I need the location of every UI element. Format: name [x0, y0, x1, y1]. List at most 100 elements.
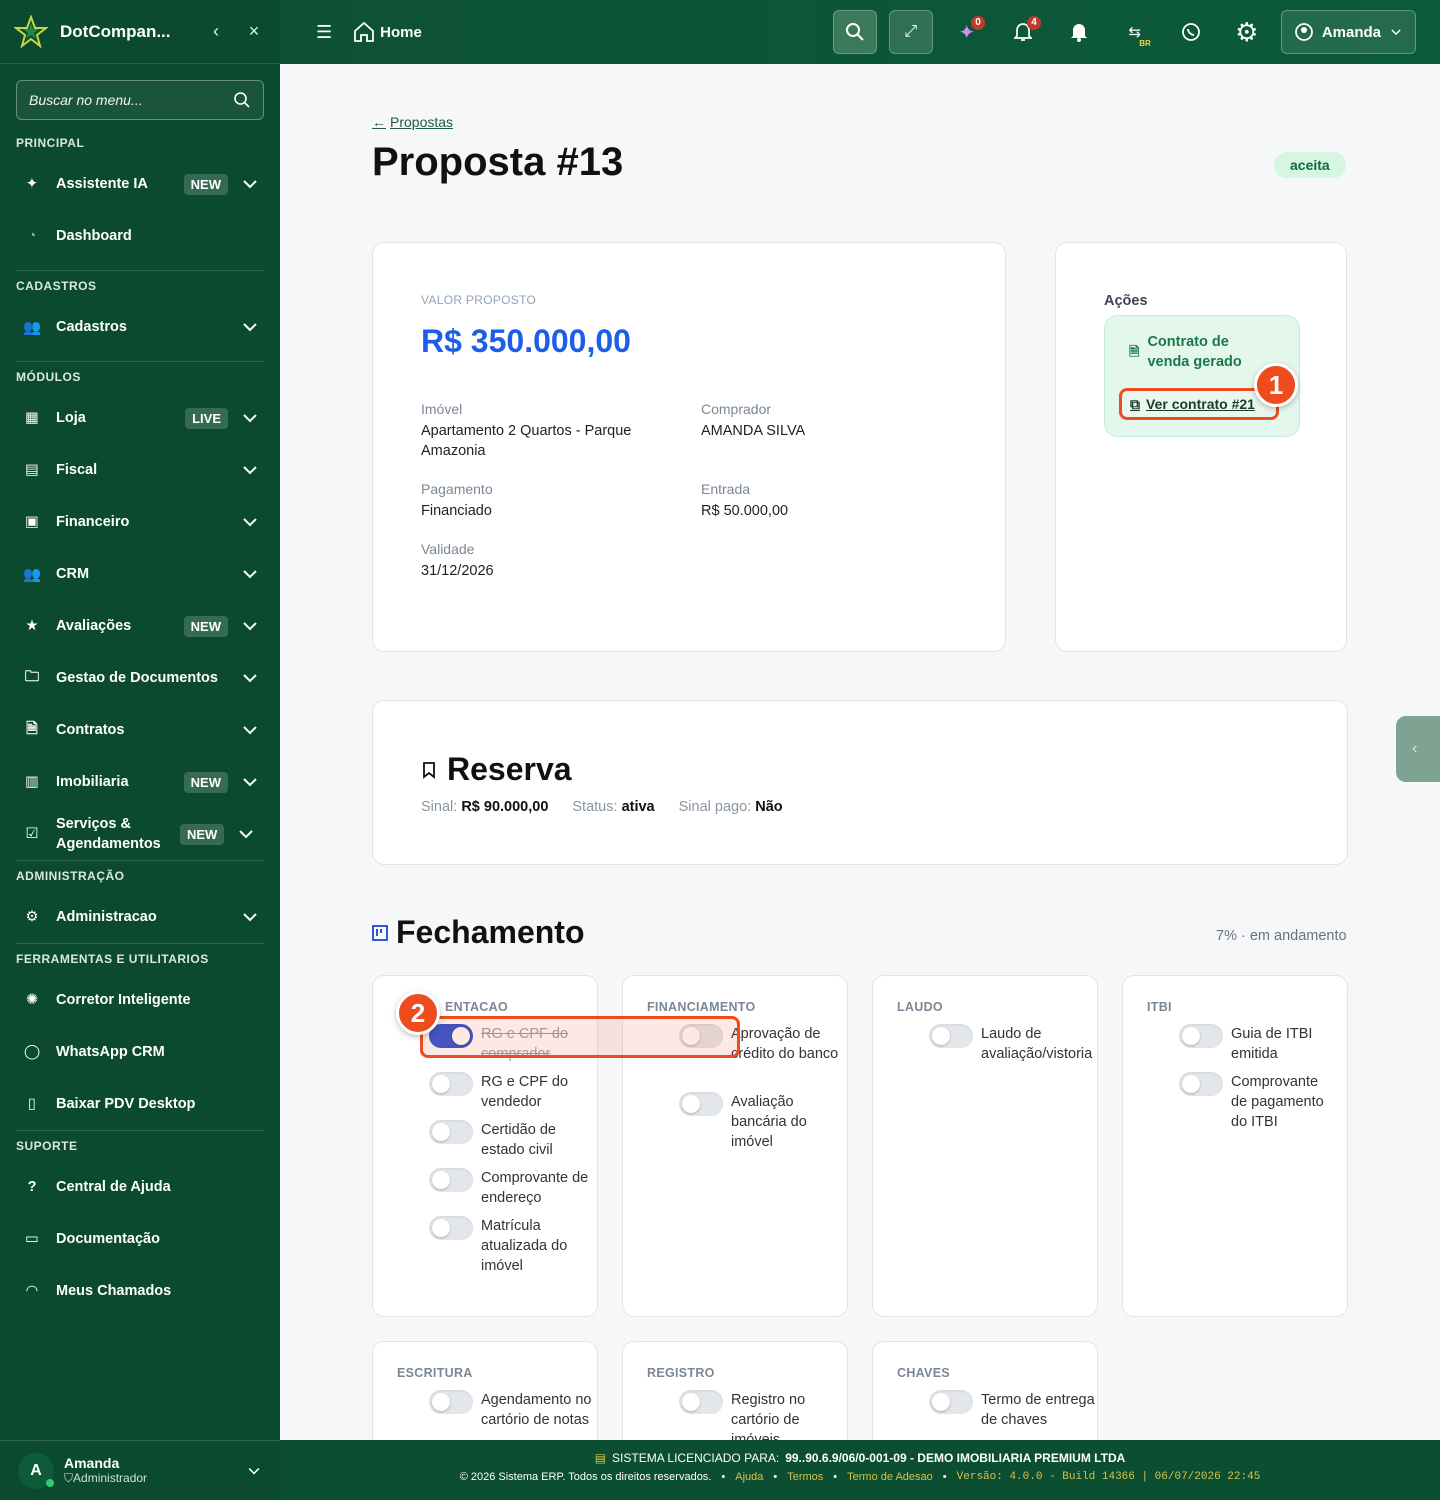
- contract-generated-label: 🗎 Contrato de venda gerado: [1129, 332, 1257, 372]
- field-value: Financiado: [421, 503, 492, 519]
- sidebar-item-documentacao[interactable]: ▭ Documentação: [0, 1213, 280, 1265]
- notifications-button[interactable]: 4: [1001, 10, 1045, 54]
- field-value: Não: [755, 799, 783, 815]
- page-title: Proposta #13: [372, 140, 624, 184]
- field-value: Apartamento 2 Quartos - Parque Amazonia: [421, 423, 632, 459]
- checklist-item[interactable]: RG e CPF do vendedor: [429, 1072, 601, 1112]
- toggle-switch[interactable]: [429, 1390, 473, 1414]
- toggle-switch[interactable]: [429, 1216, 473, 1240]
- fullscreen-button[interactable]: ⤢: [888, 10, 933, 54]
- fechamento-progress: 7% · em andamento: [1216, 928, 1347, 944]
- proposal-details-card: VALOR PROPOSTO R$ 350.000,00 Imóvel Apar…: [372, 242, 1006, 652]
- whatsapp-button[interactable]: [1169, 10, 1213, 54]
- checklist-item[interactable]: Matrícula atualizada do imóvel: [429, 1216, 601, 1276]
- side-panel-toggle[interactable]: ‹: [1396, 716, 1440, 782]
- sidebar-item-documentos[interactable]: 🗀 Gestao de Documentos: [0, 652, 280, 704]
- sidebar-item-avaliacoes[interactable]: ★ Avaliações NEW: [0, 600, 280, 652]
- ai-button[interactable]: ✦ 0: [945, 10, 989, 54]
- chevron-down-icon: [243, 323, 257, 332]
- shield-icon: ⛉: [64, 1471, 74, 1485]
- menu-search-input[interactable]: [29, 92, 233, 108]
- sidebar-item-whatsapp[interactable]: ◯ WhatsApp CRM: [0, 1026, 280, 1078]
- toggle-switch[interactable]: [429, 1072, 473, 1096]
- toggle-switch[interactable]: [1179, 1072, 1223, 1096]
- footer-link-adesao[interactable]: Termo de Adesao: [847, 1471, 933, 1483]
- reserva-details: Sinal: R$ 90.000,00 Status: ativa Sinal …: [421, 799, 783, 815]
- checklist-item[interactable]: Laudo de avaliação/vistoria: [929, 1024, 1101, 1064]
- checklist-item[interactable]: Termo de entrega de chaves: [929, 1390, 1101, 1430]
- toggle-switch[interactable]: [1179, 1024, 1223, 1048]
- sidebar-item-corretor[interactable]: ✺ Corretor Inteligente: [0, 974, 280, 1026]
- magic-wand-icon: ✺: [25, 992, 39, 1008]
- sidebar-item-crm[interactable]: 👥 CRM: [0, 548, 280, 600]
- hamburger-menu-icon[interactable]: ☰: [316, 22, 332, 43]
- sidebar-search[interactable]: [16, 80, 264, 120]
- global-search-button[interactable]: [832, 10, 877, 54]
- gear-icon: ⚙: [25, 909, 39, 925]
- toggle-switch[interactable]: [929, 1024, 973, 1048]
- footer-link-ajuda[interactable]: Ajuda: [735, 1471, 763, 1483]
- valor-amount: R$ 350.000,00: [421, 323, 631, 359]
- toggle-switch[interactable]: [679, 1092, 723, 1116]
- chevron-down-icon: [243, 726, 257, 735]
- checklist-item[interactable]: Agendamento no cartório de notas: [429, 1390, 601, 1430]
- footer-link-termos[interactable]: Termos: [787, 1471, 823, 1483]
- toggle-switch[interactable]: [679, 1390, 723, 1414]
- alerts-button[interactable]: [1057, 10, 1101, 54]
- checklist-item[interactable]: Comprovante de pagamento do ITBI: [1179, 1072, 1327, 1132]
- checklist-item[interactable]: Guia de ITBI emitida: [1179, 1024, 1327, 1064]
- fechamento-title-text: Fechamento: [396, 914, 585, 950]
- chevron-left-icon: ‹: [1412, 740, 1418, 757]
- field-label: Sinal:: [421, 799, 458, 815]
- sidebar-item-servicos[interactable]: ☑ Serviços & Agendamentos NEW: [0, 808, 280, 860]
- sidebar-item-label: Assistente IA: [56, 176, 148, 192]
- language-button[interactable]: ⇆ BR: [1113, 10, 1157, 54]
- sidebar-item-ajuda[interactable]: ? Central de Ajuda: [0, 1161, 280, 1213]
- close-icon[interactable]: ×: [242, 21, 266, 42]
- sidebar-item-assistente-ia[interactable]: ✦ Assistente IA NEW: [0, 158, 280, 210]
- sidebar-item-label: Financeiro: [56, 514, 130, 530]
- online-dot: [46, 1478, 54, 1487]
- sidebar-item-pdv[interactable]: ▯ Baixar PDV Desktop: [0, 1078, 280, 1130]
- bell-filled-icon: [1070, 24, 1087, 42]
- sidebar-item-loja[interactable]: ▦ Loja LIVE: [0, 392, 280, 444]
- reserva-title-text: Reserva: [447, 751, 572, 787]
- field-entrada: Entrada R$ 50.000,00: [701, 481, 951, 521]
- arrow-left-icon: ←: [372, 114, 386, 130]
- checklist-item[interactable]: Comprovante de endereço: [429, 1168, 601, 1208]
- settings-button[interactable]: ⚙: [1225, 10, 1269, 54]
- sidebar-item-label: Contratos: [56, 722, 125, 738]
- section-suporte: SUPORTE: [16, 1139, 78, 1153]
- sidebar-user[interactable]: A Amanda ⛉Administrador: [0, 1440, 280, 1500]
- sidebar-item-financeiro[interactable]: ▣ Financeiro: [0, 496, 280, 548]
- sparkle-icon: ✦: [25, 176, 39, 192]
- sidebar-item-fiscal[interactable]: ▤ Fiscal: [0, 444, 280, 496]
- checklist-item[interactable]: Certidão de estado civil: [429, 1120, 601, 1160]
- user-menu-button[interactable]: Amanda: [1280, 10, 1416, 54]
- live-badge: LIVE: [185, 407, 228, 429]
- collapse-chevron-icon[interactable]: ‹: [204, 21, 228, 42]
- field-label: Imóvel: [421, 401, 463, 417]
- status-field: Status: ativa: [572, 799, 654, 815]
- toggle-switch[interactable]: [429, 1168, 473, 1192]
- home-link[interactable]: Home: [352, 20, 422, 44]
- sidebar-item-contratos[interactable]: 🗎 Contratos: [0, 704, 280, 756]
- reserva-title: Reserva: [421, 751, 572, 788]
- external-link-icon: ⧉: [1130, 395, 1140, 412]
- sidebar-item-administracao[interactable]: ⚙ Administracao: [0, 891, 280, 943]
- sidebar-item-label: Baixar PDV Desktop: [56, 1096, 196, 1112]
- license-icon: ▤: [594, 1451, 607, 1465]
- field-value: 31/12/2026: [421, 563, 494, 579]
- sidebar-item-imobiliaria[interactable]: ▥ Imobiliaria NEW: [0, 756, 280, 808]
- back-to-propostas-link[interactable]: ← Propostas: [372, 114, 453, 130]
- sidebar-item-chamados[interactable]: ◠ Meus Chamados: [0, 1265, 280, 1317]
- sidebar-item-cadastros[interactable]: 👥 Cadastros: [0, 301, 280, 353]
- toggle-switch[interactable]: [429, 1120, 473, 1144]
- chevron-down-icon[interactable]: [246, 1463, 262, 1479]
- toggle-switch[interactable]: [929, 1390, 973, 1414]
- checklist-item[interactable]: Avaliação bancária do imóvel: [679, 1092, 851, 1152]
- sidebar-item-dashboard[interactable]: ◔ Dashboard: [0, 210, 280, 262]
- checklist-item[interactable]: Registro no cartório de imóveis: [679, 1390, 851, 1440]
- user-circle-icon: [1294, 23, 1313, 41]
- status-badge: aceita: [1274, 152, 1346, 178]
